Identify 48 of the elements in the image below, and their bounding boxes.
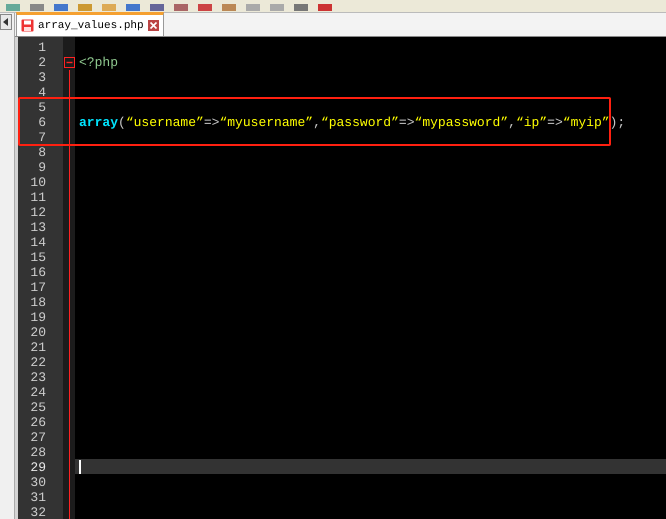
- line-number: 27: [29, 430, 47, 445]
- line-number: 16: [29, 265, 47, 280]
- code-punctuation: ,: [313, 114, 321, 130]
- code-string: “ip”: [516, 114, 548, 130]
- line-number: 22: [29, 355, 47, 370]
- code-string: “username”: [126, 114, 204, 130]
- line-number: 23: [29, 370, 47, 385]
- line-number: 8: [37, 145, 47, 160]
- line-number: 6: [37, 115, 47, 130]
- line-number: 24: [29, 385, 47, 400]
- code-punctuation: =>: [398, 114, 415, 130]
- line-number: 5: [37, 100, 47, 115]
- line-number: 20: [29, 325, 47, 340]
- line-number: 1: [37, 40, 47, 55]
- line-number: 7: [37, 130, 47, 145]
- line-number: 28: [29, 445, 47, 460]
- line-number: 2: [37, 55, 47, 70]
- line-number: 17: [29, 280, 47, 295]
- line-number: 32: [29, 505, 47, 519]
- line-number: 3: [37, 70, 47, 85]
- line-number: 30: [29, 475, 47, 490]
- line-number: 14: [29, 235, 47, 250]
- code-string: “mypassword”: [414, 114, 508, 130]
- code-string: “myip”: [562, 114, 610, 130]
- line-number: 10: [29, 175, 47, 190]
- line-number: 19: [29, 310, 47, 325]
- code-keyword: array: [79, 114, 118, 130]
- code-punctuation: );: [610, 114, 626, 130]
- line-number: 26: [29, 415, 47, 430]
- line-number: 18: [29, 295, 47, 310]
- line-number: 25: [29, 400, 47, 415]
- line-number: 4: [37, 85, 47, 100]
- file-tab[interactable]: array_values.php: [16, 12, 164, 36]
- line-number: 15: [29, 250, 47, 265]
- line-number: 29: [29, 460, 47, 475]
- code-string: “password”: [320, 114, 399, 130]
- code-string: “myusername”: [219, 114, 314, 130]
- code-punctuation: =>: [204, 114, 220, 130]
- line-number: 31: [29, 490, 47, 505]
- line-number: 13: [29, 220, 47, 235]
- code-punctuation: ,: [508, 114, 516, 130]
- code-tag: <?php: [79, 54, 118, 70]
- code-punctuation: (: [118, 114, 126, 130]
- line-number: 21: [29, 340, 47, 355]
- line-number: 11: [29, 190, 47, 205]
- line-number: 9: [37, 160, 47, 175]
- code-punctuation: =>: [547, 114, 563, 130]
- line-number: 12: [29, 205, 47, 220]
